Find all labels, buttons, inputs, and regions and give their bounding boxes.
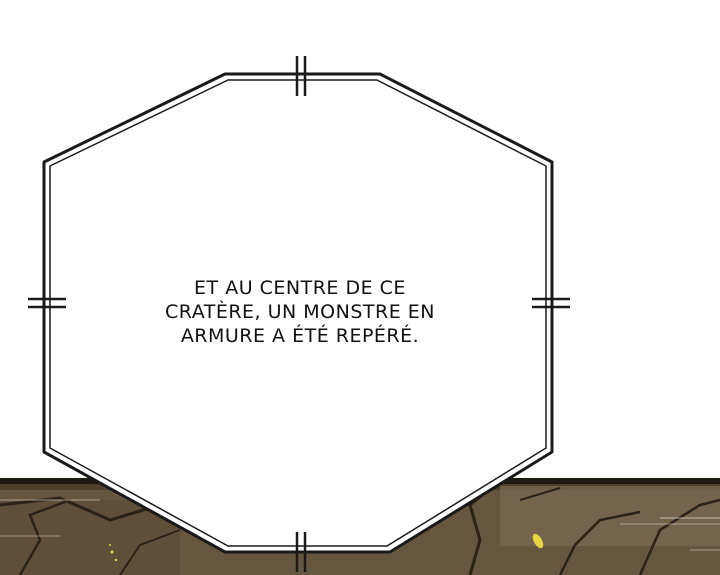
caption-line-1: ET AU CENTRE DE CE bbox=[194, 277, 406, 299]
caption-text: ET AU CENTRE DE CE CRATÈRE, UN MONSTRE E… bbox=[140, 276, 460, 348]
comic-page: ET AU CENTRE DE CE CRATÈRE, UN MONSTRE E… bbox=[0, 0, 720, 575]
caption-line-3: ARMURE A ÉTÉ REPÉRÉ. bbox=[180, 325, 420, 347]
caption-line-2: CRATÈRE, UN MONSTRE EN bbox=[165, 301, 435, 323]
